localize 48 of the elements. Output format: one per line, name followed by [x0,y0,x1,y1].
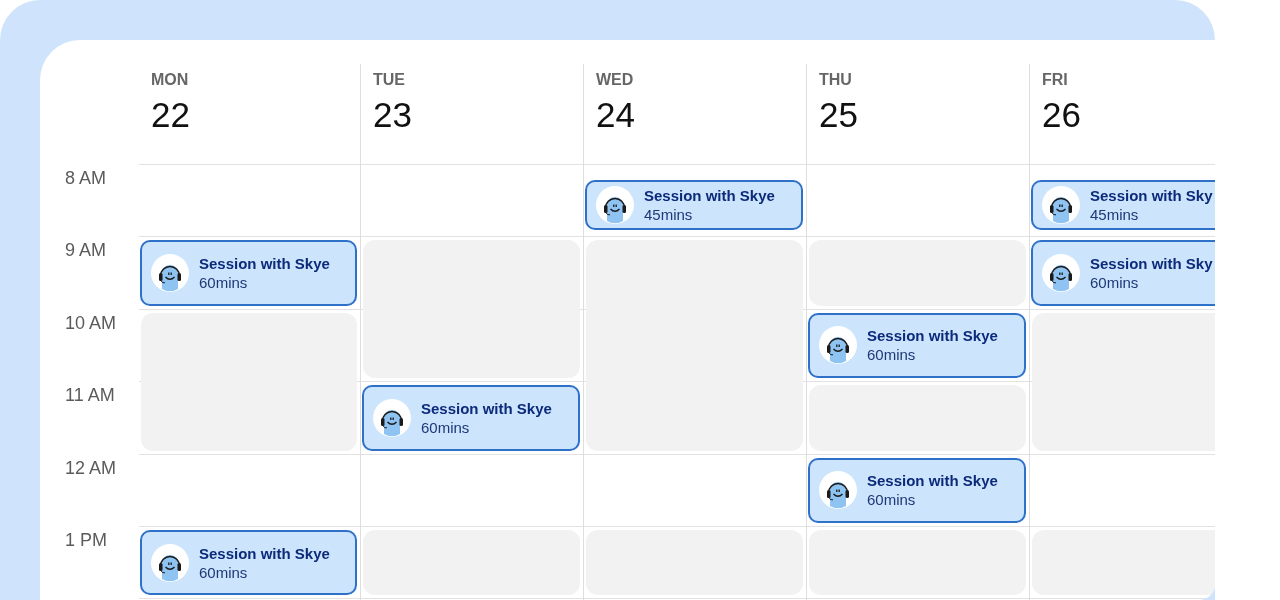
day-date: 24 [596,95,635,135]
event-title: Session with Skye [199,543,330,563]
event-duration: 60mins [1090,273,1139,293]
event-card[interactable]: Session with Skye 60mins [140,240,357,306]
avatar-icon [819,326,857,365]
event-duration: 60mins [199,273,248,293]
event-card[interactable]: Session with Skye 60mins [362,385,580,451]
event-card[interactable]: Session with Skye 60mins [140,529,357,596]
event-title: Session with Skye [199,254,330,274]
event-duration: 45mins [1090,205,1139,225]
day-date: 23 [373,95,412,135]
day-date: 26 [1042,95,1081,135]
event-title: Session with Sky [1090,254,1213,274]
event-title: Session with Sky [1090,186,1213,206]
event-duration: 60mins [867,345,916,365]
event-duration: 60mins [867,490,916,510]
time-label: 12 AM [65,457,117,479]
event-title: Session with Skye [867,326,998,346]
avatar-icon [596,186,634,225]
time-label: 10 AM [65,312,117,334]
day-name: MON [151,70,189,89]
day-name: THU [819,70,852,89]
event-duration: 60mins [421,417,470,437]
time-label: 1 PM [65,529,107,551]
event-title: Session with Skye [644,186,775,206]
time-label: 8 AM [65,168,107,189]
time-label: 9 AM [65,240,107,262]
event-duration: 45mins [644,205,693,225]
day-date: 22 [151,95,190,135]
avatar-icon [151,543,189,582]
avatar-icon [1042,186,1080,225]
avatar-icon [819,471,857,510]
avatar-icon [373,398,411,437]
day-name: TUE [373,70,405,89]
event-card[interactable]: Session with Sky 60mins [1031,240,1215,306]
event-card[interactable]: Session with Sky 45mins [1031,180,1215,231]
event-card[interactable]: Session with Skye 60mins [808,457,1026,523]
time-label: 11 AM [65,385,115,407]
avatar-icon [1042,254,1080,293]
event-title: Session with Skye [421,398,552,418]
event-card[interactable]: Session with Skye 60mins [808,312,1026,379]
event-card[interactable]: Session with Skye 45mins [585,180,803,231]
day-date: 25 [819,95,858,135]
avatar-icon [151,254,189,293]
day-name: WED [596,70,634,89]
event-duration: 60mins [199,562,248,582]
event-title: Session with Skye [867,471,998,491]
day-name: FRI [1042,70,1068,89]
